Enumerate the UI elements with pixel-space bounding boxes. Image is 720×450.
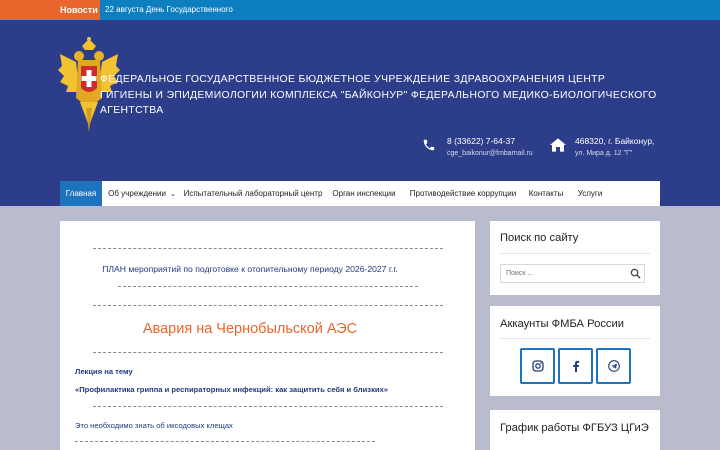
nav-item-label: Орган инспекции <box>332 189 396 198</box>
search-widget: Поиск по сайту <box>490 221 660 295</box>
news-ticker: Новости 22 августа День Государственного <box>0 0 720 20</box>
ticks-info-link[interactable]: Это необходимо знать об иксодовых клещах <box>75 421 233 430</box>
instagram-button[interactable] <box>520 348 555 384</box>
divider <box>75 441 375 442</box>
organization-title: Федеральное государственное бюджетное уч… <box>100 74 657 116</box>
divider <box>93 305 443 306</box>
facebook-button[interactable] <box>558 348 593 384</box>
nav-item-lab[interactable]: Испытательный лабораторный центр <box>182 181 324 206</box>
nav-item-contacts[interactable]: Контакты <box>524 181 568 206</box>
lecture-link[interactable]: «Профилактика гриппа и респираторных инф… <box>75 385 388 394</box>
instagram-icon <box>532 360 544 372</box>
divider <box>118 286 418 287</box>
nav-item-home[interactable]: Главная <box>60 181 102 206</box>
nav-item-label: Испытательный лабораторный центр <box>183 189 323 198</box>
nav-item-label: Об учреждении <box>108 189 166 198</box>
telegram-button[interactable] <box>596 348 631 384</box>
email-address[interactable]: cge_baikonur@fmbamail.ru <box>447 150 533 157</box>
divider <box>93 406 443 407</box>
telegram-icon <box>608 360 620 372</box>
address-contact: 468320, г. Байконур, ул. Мира д. 12 "Г" <box>550 136 670 164</box>
address-line1: 468320, г. Байконур, <box>575 136 655 146</box>
divider <box>93 352 443 353</box>
phone-icon <box>423 139 435 151</box>
nav-item-label: Противодействие коррупции <box>409 189 517 198</box>
heating-plan-link[interactable]: ПЛАН мероприятий по подготовке к отопите… <box>60 264 440 274</box>
nav-item-label: Услуги <box>577 189 603 198</box>
search-widget-title: Поиск по сайту <box>500 232 579 244</box>
widget-divider <box>500 338 650 339</box>
hours-widget-title: График работы ФГБУЗ ЦГиЭ <box>500 422 649 434</box>
ticker-news-link[interactable]: 22 августа День Государственного <box>105 0 233 20</box>
chevron-down-icon: ⌄ <box>169 191 176 198</box>
address-line2: ул. Мира д. 12 "Г" <box>575 150 633 157</box>
nav-item-anticorruption[interactable]: Противодействие коррупции <box>406 181 520 206</box>
social-widget-title: Аккаунты ФМБА России <box>500 318 625 330</box>
divider <box>93 248 443 249</box>
site-header: Федеральное государственное бюджетное уч… <box>0 20 720 206</box>
phone-number[interactable]: 8 (33622) 7-64-37 <box>447 136 515 146</box>
main-nav: Главная Об учреждении ⌄ Испытательный лаб… <box>60 181 660 206</box>
facebook-icon <box>573 360 580 372</box>
main-content: ПЛАН мероприятий по подготовке к отопите… <box>60 221 475 450</box>
search-box <box>500 264 645 283</box>
search-icon[interactable] <box>630 268 641 279</box>
nav-item-label: Главная <box>65 189 97 198</box>
lecture-label: Лекция на тему <box>75 367 133 376</box>
hours-widget: График работы ФГБУЗ ЦГиЭ <box>490 410 660 450</box>
nav-item-label: Контакты <box>528 189 564 198</box>
social-widget: Аккаунты ФМБА России <box>490 306 660 396</box>
ticker-label: Новости <box>0 0 100 20</box>
nav-item-services[interactable]: Услуги <box>572 181 608 206</box>
nav-item-about[interactable]: Об учреждении ⌄ <box>104 181 180 206</box>
search-input[interactable] <box>501 265 626 282</box>
chernobyl-heading-link[interactable]: Авария на Чернобыльской АЭС <box>60 321 440 337</box>
phone-contact: 8 (33622) 7-64-37 cge_baikonur@fmbamail.… <box>422 136 542 164</box>
widget-divider <box>500 253 650 254</box>
home-icon <box>550 138 566 152</box>
nav-item-inspection[interactable]: Орган инспекции <box>328 181 400 206</box>
